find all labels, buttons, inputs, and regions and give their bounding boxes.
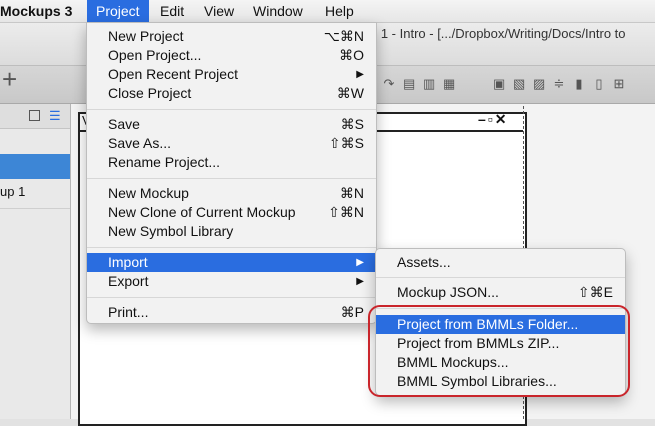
menu-item-shortcut: ⇧⌘N — [328, 204, 364, 220]
align-icon[interactable]: ▧ — [513, 76, 525, 92]
list-view-icon[interactable]: ☰ — [49, 108, 61, 124]
menu-item-label: Assets... — [397, 254, 451, 270]
duplicate-icon[interactable]: ▥ — [423, 76, 435, 92]
menu-help[interactable]: Help — [325, 0, 354, 22]
mockup-window-controls: –▫✕ — [478, 111, 509, 127]
paste-icon[interactable]: ▦ — [443, 76, 455, 92]
menu-item-label: Mockup JSON... — [397, 284, 499, 300]
menu-item-label: Save — [108, 116, 140, 132]
copy-icon[interactable]: ▤ — [403, 76, 415, 92]
sidebar-selected-row[interactable] — [0, 154, 70, 179]
menu-bar: Mockups 3 Project Edit View Window Help — [0, 0, 655, 23]
add-button[interactable]: + — [2, 64, 17, 95]
menu-separator — [87, 297, 376, 298]
project-menu: New Project ⌥⌘N Open Project... ⌘O Open … — [86, 22, 377, 324]
menu-item-open-project[interactable]: Open Project... ⌘O — [87, 46, 376, 65]
submenu-arrow-icon: ▶ — [356, 69, 364, 80]
menu-item-save[interactable]: Save ⌘S — [87, 115, 376, 134]
menu-item-label: New Mockup — [108, 185, 189, 201]
menu-item-label: Save As... — [108, 135, 172, 151]
sidebar-divider — [0, 208, 70, 209]
menu-item-label: Rename Project... — [108, 154, 221, 170]
redo-icon[interactable]: ↷ — [383, 76, 395, 92]
menu-item-save-as[interactable]: Save As... ⇧⌘S — [87, 134, 376, 153]
menu-item-shortcut: ⌥⌘N — [323, 28, 364, 44]
sidebar — [0, 104, 71, 419]
menu-item-label: New Symbol Library — [108, 223, 234, 239]
menu-edit[interactable]: Edit — [160, 0, 184, 22]
trash-icon[interactable]: ▯ — [593, 76, 605, 92]
menu-item-label: Open Project... — [108, 47, 202, 63]
menu-separator — [87, 178, 376, 179]
menu-item-shortcut: ⇧⌘S — [328, 135, 364, 151]
layer-icon[interactable]: ≑ — [553, 76, 565, 92]
menu-separator — [87, 247, 376, 248]
menu-item-new-symbol-library[interactable]: New Symbol Library — [87, 222, 376, 241]
menu-item-shortcut: ⌘P — [340, 304, 364, 320]
toolbar-icons: ↷ ▤ ▥ ▦ ▣ ▧ ▨ ≑ ▮ ▯ ⊞ — [383, 74, 625, 94]
menu-item-print[interactable]: Print... ⌘P — [87, 303, 376, 322]
menu-item-shortcut: ⌘O — [339, 47, 364, 63]
menu-item-rename-project[interactable]: Rename Project... — [87, 153, 376, 172]
menu-separator — [376, 277, 625, 278]
menu-item-label: Close Project — [108, 85, 192, 101]
menu-item-shortcut: ⇧⌘E — [577, 284, 613, 300]
more-icon[interactable]: ⊞ — [613, 76, 625, 92]
menu-item-new-clone-mockup[interactable]: New Clone of Current Mockup ⇧⌘N — [87, 203, 376, 222]
grid-view-icon[interactable] — [29, 110, 40, 121]
menu-item-shortcut: ⌘N — [339, 185, 364, 201]
submenu-arrow-icon: ▶ — [356, 257, 364, 268]
sidebar-item-label[interactable]: up 1 — [0, 184, 25, 199]
menu-item-assets[interactable]: Assets... — [376, 253, 625, 272]
menu-item-shortcut: ⌘S — [340, 116, 364, 132]
menu-view[interactable]: View — [204, 0, 234, 22]
menu-item-label: New Project — [108, 28, 184, 44]
menu-item-shortcut: ⌘W — [336, 85, 364, 101]
app-name-menu[interactable]: Mockups 3 — [0, 0, 72, 22]
window-title: p 1 - Intro - [.../Dropbox/Writing/Docs/… — [370, 26, 626, 41]
highlight-annotation-ring — [368, 305, 630, 397]
menu-item-label: New Clone of Current Mockup — [108, 204, 296, 220]
menu-item-label: Print... — [108, 304, 149, 320]
menu-item-import[interactable]: Import ▶ — [87, 253, 376, 272]
menu-window[interactable]: Window — [253, 0, 303, 22]
distribute-icon[interactable]: ▨ — [533, 76, 545, 92]
group-icon[interactable]: ▣ — [493, 76, 505, 92]
menu-item-mockup-json[interactable]: Mockup JSON... ⇧⌘E — [376, 283, 625, 302]
lock-icon[interactable]: ▮ — [573, 76, 585, 92]
menu-item-new-project[interactable]: New Project ⌥⌘N — [87, 27, 376, 46]
menu-item-close-project[interactable]: Close Project ⌘W — [87, 84, 376, 103]
menu-project[interactable]: Project — [87, 0, 149, 22]
menu-item-new-mockup[interactable]: New Mockup ⌘N — [87, 184, 376, 203]
menu-item-label: Export — [108, 273, 149, 289]
menu-separator — [87, 109, 376, 110]
menu-item-export[interactable]: Export ▶ — [87, 272, 376, 291]
menu-item-label: Open Recent Project — [108, 66, 238, 82]
menu-item-open-recent-project[interactable]: Open Recent Project ▶ — [87, 65, 376, 84]
submenu-arrow-icon: ▶ — [356, 276, 364, 287]
menu-item-label: Import — [108, 254, 148, 270]
